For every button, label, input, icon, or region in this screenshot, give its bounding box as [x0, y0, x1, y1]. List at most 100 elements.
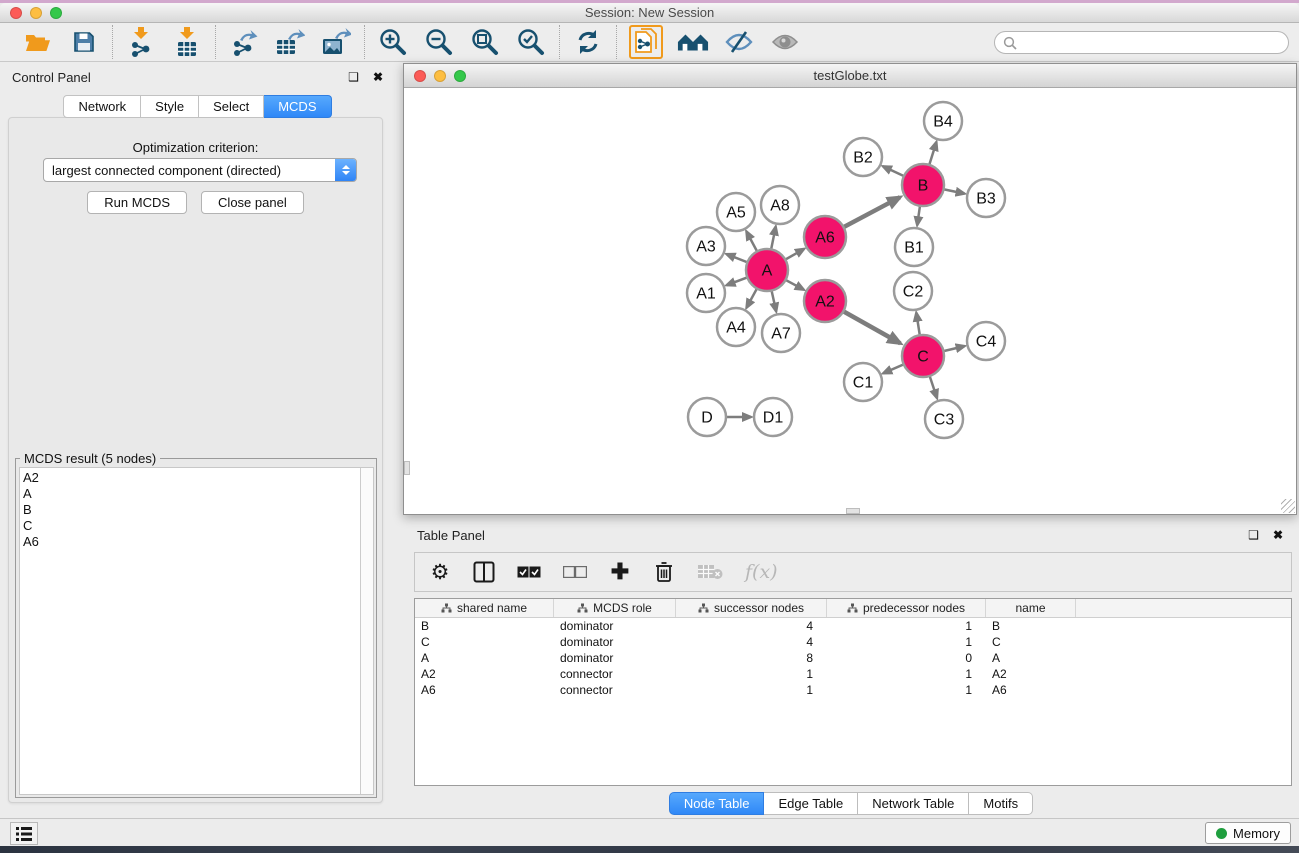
tab-network[interactable]: Network — [63, 95, 141, 118]
status-bar: Memory — [0, 818, 1299, 846]
cell-predecessor-nodes: 1 — [827, 666, 986, 682]
table-row[interactable]: Bdominator41B — [415, 618, 1291, 634]
node-label-B1: B1 — [904, 240, 924, 257]
zoom-out-icon[interactable] — [423, 27, 455, 57]
column-header-MCDS-role[interactable]: MCDS role — [554, 599, 676, 617]
save-session-icon[interactable] — [68, 27, 100, 57]
mcds-result-scrollbar[interactable] — [360, 468, 373, 794]
cell-predecessor-nodes: 1 — [827, 634, 986, 650]
node-label-C4: C4 — [976, 334, 997, 351]
column-header-label: successor nodes — [714, 601, 804, 615]
zoom-fit-icon[interactable] — [469, 27, 501, 57]
node-label-A: A — [762, 263, 773, 280]
gear-icon[interactable]: ⚙ — [429, 559, 451, 585]
float-table-panel-icon[interactable]: ❑ — [1248, 528, 1259, 542]
node-label-D: D — [701, 410, 713, 427]
mcds-result-title: MCDS result (5 nodes) — [20, 451, 160, 466]
table-row[interactable]: Adominator80A — [415, 650, 1291, 666]
control-panel: Control Panel ❑ ✖ NetworkStyleSelectMCDS… — [0, 62, 395, 815]
home-network-icon[interactable] — [677, 27, 709, 57]
table-row[interactable]: A2connector11A2 — [415, 666, 1291, 682]
close-network-window-button[interactable] — [414, 70, 426, 82]
node-label-A7: A7 — [771, 326, 791, 343]
network-view-window: testGlobe.txt B4B2BB3A8A5A6A3B1AC2A1A2A4… — [403, 63, 1297, 515]
node-table[interactable]: shared name MCDS role successor nodes prede… — [414, 598, 1292, 786]
column-header-shared-name[interactable]: shared name — [415, 599, 554, 617]
mcds-result-item[interactable]: A6 — [23, 534, 360, 550]
import-table-icon[interactable] — [171, 27, 203, 57]
network-canvas[interactable]: B4B2BB3A8A5A6A3B1AC2A1A2A4A7C4CC1DD1C3 — [404, 88, 1296, 514]
refresh-icon[interactable] — [572, 27, 604, 57]
export-table-icon[interactable] — [274, 27, 306, 57]
open-file-icon[interactable] — [22, 27, 54, 57]
mcds-result-item[interactable]: C — [23, 518, 360, 534]
function-builder-icon: f(x) — [745, 559, 778, 585]
vertical-scrollbar-thumb[interactable] — [404, 461, 410, 475]
column-header-name[interactable]: name — [986, 599, 1076, 617]
column-header-label: name — [1015, 601, 1045, 615]
mcds-result-list[interactable]: A2ABCA6 — [19, 467, 374, 795]
float-panel-icon[interactable]: ❑ — [348, 70, 359, 84]
search-icon — [1003, 36, 1017, 50]
columns-icon[interactable] — [473, 559, 495, 585]
cell-shared-name: A6 — [415, 682, 554, 698]
add-column-icon[interactable]: ✚ — [609, 559, 631, 585]
tab-network-table[interactable]: Network Table — [858, 792, 969, 815]
tab-select[interactable]: Select — [199, 95, 264, 118]
import-network-icon[interactable] — [125, 27, 157, 57]
tab-motifs[interactable]: Motifs — [969, 792, 1033, 815]
minimize-window-button[interactable] — [30, 7, 42, 19]
node-label-A4: A4 — [726, 320, 746, 337]
cell-name: B — [986, 618, 1076, 634]
close-panel-button[interactable]: Close panel — [201, 191, 304, 214]
node-label-C: C — [917, 349, 929, 366]
tab-style[interactable]: Style — [141, 95, 199, 118]
table-row[interactable]: Cdominator41C — [415, 634, 1291, 650]
panel-list-button[interactable] — [10, 822, 38, 845]
node-label-B: B — [918, 178, 929, 195]
tab-mcds[interactable]: MCDS — [264, 95, 331, 118]
run-mcds-button[interactable]: Run MCDS — [87, 191, 187, 214]
deselect-all-icon[interactable] — [563, 559, 587, 585]
tab-node-table[interactable]: Node Table — [669, 792, 765, 815]
minimize-network-window-button[interactable] — [434, 70, 446, 82]
zoom-selected-icon[interactable] — [515, 27, 547, 57]
show-panels-icon[interactable] — [769, 27, 801, 57]
mcds-result-item[interactable]: A2 — [23, 470, 360, 486]
zoom-in-icon[interactable] — [377, 27, 409, 57]
column-header-label: MCDS role — [593, 601, 652, 615]
hide-panels-icon[interactable] — [723, 27, 755, 57]
resize-grip-icon[interactable] — [1281, 499, 1295, 513]
cell-successor-nodes: 1 — [676, 682, 827, 698]
column-header-successor-nodes[interactable]: successor nodes — [676, 599, 827, 617]
cell-shared-name: A — [415, 650, 554, 666]
horizontal-scrollbar-thumb[interactable] — [846, 508, 860, 514]
search-input[interactable] — [1022, 36, 1288, 50]
copy-network-icon[interactable] — [629, 25, 663, 59]
select-all-icon[interactable] — [517, 559, 541, 585]
application-window: Session: New Session — [0, 0, 1299, 853]
zoom-window-button[interactable] — [50, 7, 62, 19]
search-field[interactable] — [994, 31, 1289, 54]
export-image-icon[interactable] — [320, 27, 352, 57]
cell-MCDS-role: dominator — [554, 618, 676, 634]
zoom-network-window-button[interactable] — [454, 70, 466, 82]
table-toolbar: ⚙ ✚ f(x) — [414, 552, 1292, 592]
close-table-panel-icon[interactable]: ✖ — [1273, 528, 1283, 542]
mcds-result-items: A2ABCA6 — [20, 468, 360, 794]
column-header-predecessor-nodes[interactable]: predecessor nodes — [827, 599, 986, 617]
close-window-button[interactable] — [10, 7, 22, 19]
mcds-result-item[interactable]: A — [23, 486, 360, 502]
network-window-controls — [414, 70, 466, 82]
cell-successor-nodes: 1 — [676, 666, 827, 682]
table-row[interactable]: A6connector11A6 — [415, 682, 1291, 698]
tab-edge-table[interactable]: Edge Table — [764, 792, 858, 815]
column-header-label: predecessor nodes — [863, 601, 965, 615]
criterion-dropdown[interactable]: largest connected component (directed) — [43, 158, 357, 182]
memory-button[interactable]: Memory — [1205, 822, 1291, 844]
control-panel-title: Control Panel — [12, 70, 91, 85]
delete-column-icon[interactable] — [653, 559, 675, 585]
close-panel-icon[interactable]: ✖ — [373, 70, 383, 84]
mcds-result-item[interactable]: B — [23, 502, 360, 518]
export-network-icon[interactable] — [228, 27, 260, 57]
